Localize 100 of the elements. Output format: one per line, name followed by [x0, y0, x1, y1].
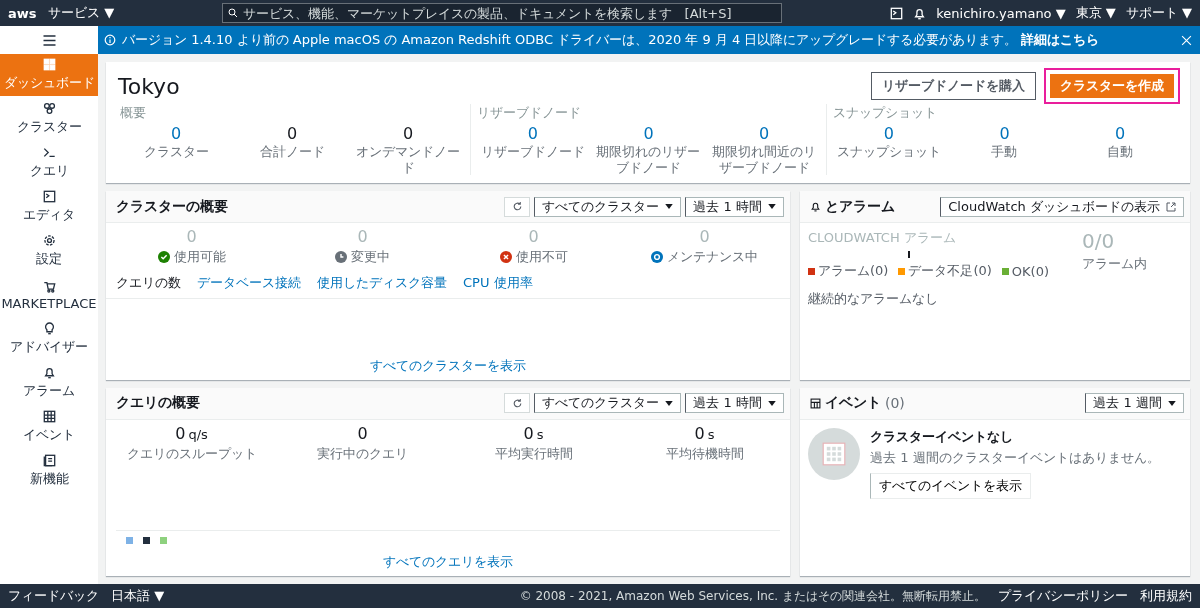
sidebar-item[interactable]: 新機能 [0, 450, 98, 492]
caret-icon [665, 400, 674, 406]
caret-icon [768, 400, 776, 406]
metric-tab[interactable]: CPU 使用率 [463, 274, 533, 293]
feedback-link[interactable]: フィードバック [8, 587, 99, 605]
query-stat-value: 0 s [523, 423, 544, 443]
sidebar-item[interactable]: 設定 [0, 230, 98, 272]
cloudwatch-dashboard-button[interactable]: CloudWatch ダッシュボードの表示 [940, 196, 1184, 217]
empty-message: 継続的なアラームなし [807, 290, 939, 309]
support-menu[interactable]: サポート ▼ [1125, 4, 1192, 22]
status-label: 変更中 [351, 248, 390, 267]
region-title: Tokyo [118, 73, 181, 99]
gear-icon [42, 234, 56, 247]
query-stat-label: クエリのスループット [126, 444, 257, 463]
stat-label: スナップショット [836, 144, 941, 160]
card-title: イベント (0) [810, 394, 1082, 413]
stat-label: クラスター [143, 144, 209, 160]
caret-icon [665, 204, 674, 210]
external-link-icon [1166, 201, 1176, 212]
purchase-button[interactable]: リザーブドノードを購入 [871, 72, 1036, 100]
sidebar-item[interactable]: クラスター [0, 98, 98, 140]
filter-dropdown[interactable]: すべてのクラスター [534, 196, 682, 217]
aws-logo[interactable]: aws [8, 5, 38, 21]
stat-value[interactable]: 0 [286, 124, 298, 143]
stat-value[interactable]: 0 [527, 124, 538, 143]
language-menu[interactable]: 日本語 ▼ [111, 587, 165, 605]
metric-tab[interactable]: 使用したディスク容量 [317, 274, 447, 293]
status-count: 0 [528, 227, 539, 247]
query-stat-label: 平均待機時間 [665, 444, 744, 463]
stat-value[interactable]: 0 [759, 124, 770, 143]
stat-label: 自動 [1107, 144, 1134, 160]
view-events-button[interactable]: すべてのイベントを表示 [870, 472, 1031, 499]
user-menu[interactable]: kenichiro.yamano ▼ [936, 5, 1066, 21]
stat-value[interactable]: 0 [1115, 124, 1126, 143]
refresh-button[interactable] [504, 196, 531, 217]
sidebar-item[interactable]: クエリ [0, 142, 98, 184]
caret-icon [1168, 400, 1176, 406]
group-label: 概要 [120, 104, 147, 122]
metric-tab[interactable]: データベース接続 [197, 274, 301, 293]
refresh-icon [511, 397, 523, 409]
region-menu[interactable]: 東京 ▼ [1075, 4, 1116, 22]
filter-dropdown[interactable]: すべてのクラスター [534, 393, 682, 414]
all-queries-link[interactable]: すべてのクエリを表示 [383, 550, 513, 576]
nodes-icon [42, 102, 56, 115]
group-label: スナップショット [833, 104, 938, 122]
copyright-text: © 2008 - 2021, Amazon Web Services, Inc. またはその関連会社。無断転用禁止。 [519, 587, 986, 605]
footer-link[interactable]: 利用規約 [1140, 587, 1192, 605]
group-label: リザーブドノード [477, 104, 582, 122]
details-link[interactable]: 詳細はこちら [1021, 32, 1100, 47]
all-clusters-link[interactable]: すべてのクラスターを表示 [370, 353, 526, 380]
stat-label: リザーブドノード [480, 144, 585, 160]
stat-value[interactable]: 0 [883, 124, 894, 143]
filter-dropdown[interactable]: 過去 1 時間 [685, 196, 784, 217]
card-title: クラスターの概要 [116, 197, 229, 216]
prompt-icon [42, 146, 56, 159]
footer-link[interactable]: プライバシーポリシー [998, 587, 1128, 605]
legend-label: OK(0) [1011, 263, 1049, 279]
refresh-icon [511, 201, 523, 213]
stat-value[interactable]: 0 [170, 124, 182, 143]
grid-icon [42, 58, 56, 71]
empty-title: クラスターイベントなし [870, 427, 1013, 446]
sidebar-item[interactable]: エディタ [0, 186, 98, 228]
query-stat-value: 0 q/s [175, 423, 208, 443]
filter-dropdown[interactable]: 過去 1 時間 [685, 393, 784, 414]
alarm-count: 0/0 [1082, 229, 1115, 254]
card-title: クエリの概要 [116, 394, 201, 413]
menu-icon [41, 32, 57, 48]
search-field[interactable]: サービス、機能、マーケットプレイスの製品、ドキュメントを検索します [Alt+S] [222, 3, 783, 23]
refresh-button[interactable] [504, 393, 531, 414]
status-count: 0 [699, 227, 710, 247]
status-count: 0 [186, 227, 197, 247]
sidebar-item[interactable]: アドバイザー [0, 318, 98, 360]
status-label: 使用可能 [173, 248, 226, 267]
calendar-icon [42, 410, 56, 423]
metric-tab[interactable]: クエリの数 [116, 274, 181, 293]
sidebar-item[interactable]: MARKETPLACE [0, 274, 98, 316]
stat-value[interactable]: 0 [643, 124, 654, 143]
status-label: 使用不可 [515, 248, 568, 267]
calendar-icon [810, 397, 821, 409]
bell-icon [810, 201, 821, 213]
caret-icon [768, 204, 776, 210]
stat-value[interactable]: 0 [402, 124, 414, 143]
sidebar-item[interactable]: イベント [0, 406, 98, 448]
empty-message: 過去 1 週間のクラスターイベントはありません。 [870, 448, 1160, 467]
services-menu[interactable]: サービス ▼ [48, 4, 115, 22]
query-stat-value: 0 [357, 423, 368, 443]
banner-message: バージョン 1.4.10 より前の Apple macOS の Amazon Redshift ODBC ドライバーは、2020 年 9 月 4 日以降にアップグレードする必要があります。 詳細はこちら [122, 31, 1101, 49]
stat-value[interactable]: 0 [999, 124, 1010, 143]
status-label: メンテナンス中 [667, 248, 758, 267]
legend-label: アラーム(0) [818, 262, 889, 281]
book-icon [42, 454, 56, 467]
stat-label: 合計ノード [259, 144, 325, 160]
period-dropdown[interactable]: 過去 1 週間 [1085, 393, 1184, 414]
calendar-illustration [808, 427, 860, 480]
status-count: 0 [357, 227, 368, 247]
sidebar-item[interactable]: アラーム [0, 362, 98, 404]
terminal-icon [890, 6, 904, 20]
card-title: とアラーム [810, 197, 937, 216]
query-stat-label: 平均実行時間 [494, 444, 573, 463]
bell-icon [42, 366, 56, 379]
